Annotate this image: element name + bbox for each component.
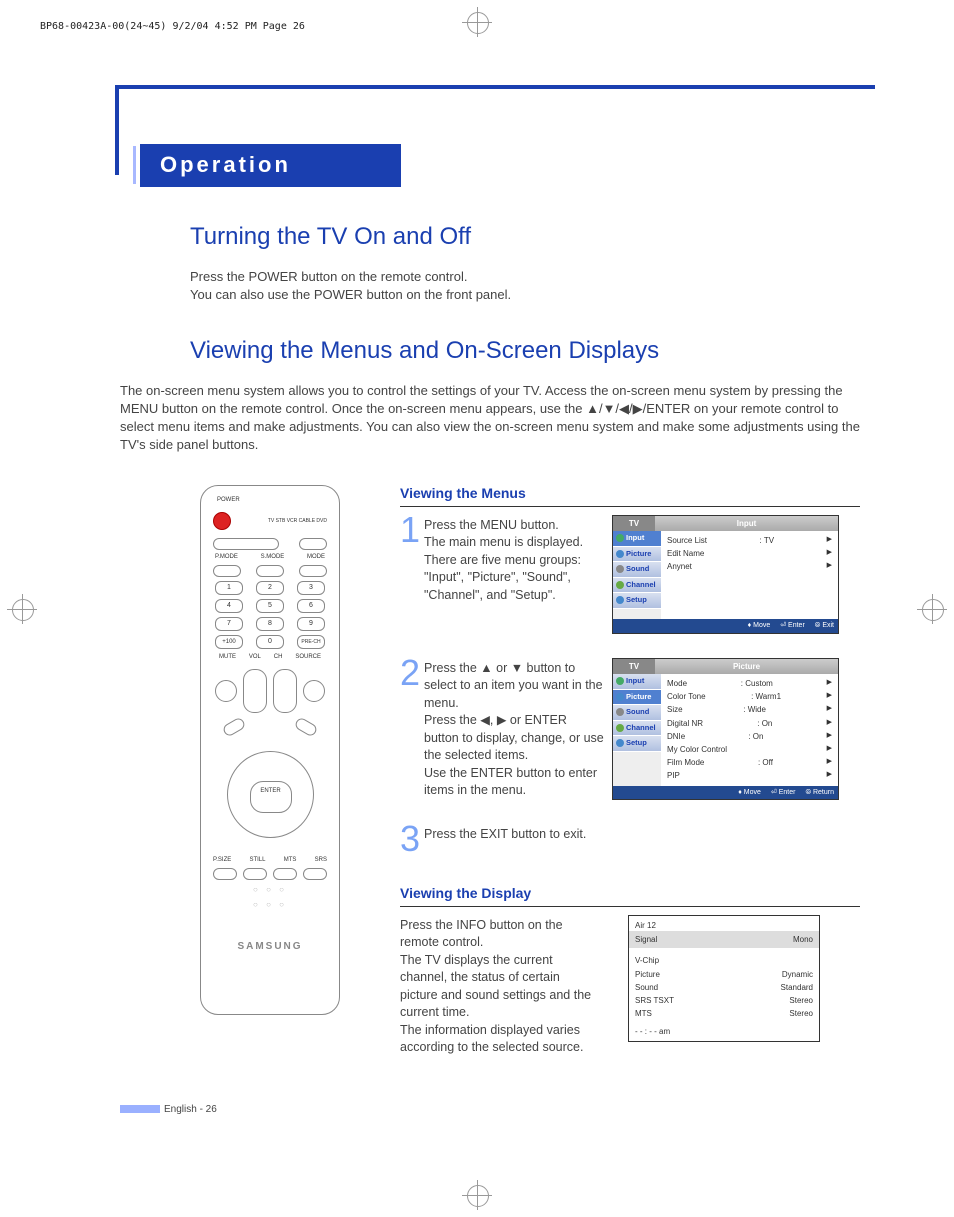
subheading-viewing-menus: Viewing the Menus bbox=[400, 484, 860, 507]
page-frame: Operation bbox=[115, 85, 875, 187]
info-display: Air 12 SignalMono V-Chip PictureDynamic … bbox=[628, 915, 820, 1043]
power-button-icon bbox=[213, 512, 231, 530]
mute-icon bbox=[215, 680, 237, 702]
brand-logo: SAMSUNG bbox=[211, 940, 329, 954]
heading-turning-on: Turning the TV On and Off bbox=[190, 220, 870, 254]
osd-picture-menu: TVPicture Input Picture Sound Channel Se… bbox=[612, 658, 839, 800]
body-p2: The on-screen menu system allows you to … bbox=[120, 382, 860, 455]
step-text-2: Press the ▲ or ▼ button to select to an … bbox=[424, 658, 604, 800]
print-header: BP68-00423A-00(24~45) 9/2/04 4:52 PM Pag… bbox=[40, 20, 305, 34]
section-title: Operation bbox=[140, 144, 401, 187]
remote-illustration: POWER TV STB VCR CABLE DVD P.MODES.MODEM… bbox=[200, 485, 340, 1015]
subheading-viewing-display: Viewing the Display bbox=[400, 884, 860, 907]
body-p1: Press the POWER button on the remote con… bbox=[190, 268, 870, 304]
osd-input-menu: TVInput Input Picture Sound Channel Setu… bbox=[612, 515, 839, 634]
display-text: Press the INFO button on the remote cont… bbox=[400, 915, 600, 1057]
dpad-icon: ENTER bbox=[227, 751, 314, 838]
heading-viewing-menus: Viewing the Menus and On-Screen Displays bbox=[190, 334, 870, 368]
step-text-3: Press the EXIT button to exit. bbox=[424, 824, 604, 844]
step-number-1: 1 bbox=[400, 515, 424, 545]
step-number-3: 3 bbox=[400, 824, 424, 854]
step-number-2: 2 bbox=[400, 658, 424, 688]
step-text-1: Press the MENU button. The main menu is … bbox=[424, 515, 604, 605]
page-footer: English - 26 bbox=[120, 1103, 217, 1117]
